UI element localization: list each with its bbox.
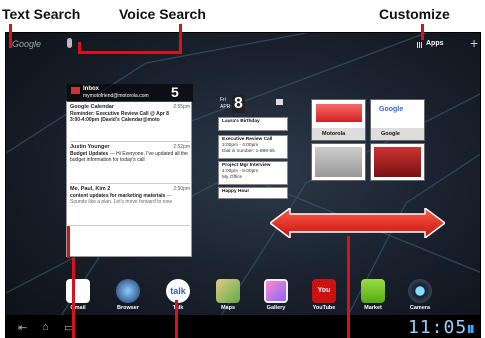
- swipe-double-arrow-icon: [270, 208, 445, 238]
- mail-snippet: 3:00-4:00pm (David's Calendar@moto: [70, 117, 160, 123]
- mail-subject: Budget Updates: [70, 150, 109, 157]
- market-icon[interactable]: [361, 279, 385, 303]
- camera-icon[interactable]: [408, 279, 432, 303]
- talk-icon[interactable]: talk: [166, 279, 190, 303]
- gallery-icon[interactable]: [264, 279, 288, 303]
- mail-item[interactable]: Justin Younger 2:52pm Budget Updates — H…: [70, 144, 190, 184]
- mail-time: 2:52pm: [173, 144, 190, 150]
- browser-icon[interactable]: [116, 279, 140, 303]
- bookmark-label: Motorola: [322, 131, 346, 137]
- callout-text-search: Text Search: [2, 6, 81, 22]
- mail-item[interactable]: Google Calendar 2:55pm Reminder: Executi…: [70, 104, 190, 142]
- mail-subject: content updates for marketing materials: [70, 192, 166, 199]
- customize-plus-icon[interactable]: +: [470, 35, 478, 51]
- mail-time: 2:50pm: [173, 186, 190, 192]
- gmail-icon[interactable]: [66, 279, 90, 303]
- bookmark-label: Google: [381, 131, 400, 137]
- callout-line: [421, 24, 424, 40]
- callout-line: [9, 24, 12, 48]
- mail-item[interactable]: Me, Paul, Kim 2 2:50pm content updates f…: [70, 186, 190, 226]
- dock-label: Gmail: [70, 305, 86, 311]
- apps-grid-icon[interactable]: [417, 42, 423, 48]
- dock-label: Maps: [220, 305, 236, 311]
- account-email: mymotofriend@motorola.com: [83, 93, 149, 99]
- event-detail: Dial in number: 1-888-55: [222, 149, 275, 154]
- gmail-widget[interactable]: Inbox mymotofriend@motorola.com 5 Google…: [66, 84, 193, 257]
- voice-search-mic-icon[interactable]: [67, 38, 72, 48]
- home-screen: Google Apps + Inbox mymotofriend@motorol…: [5, 32, 481, 338]
- mail-time: 2:55pm: [173, 104, 190, 110]
- bookmark-thumbnail[interactable]: [370, 143, 425, 181]
- dock-label: Talk: [158, 305, 198, 311]
- unread-count: 5: [171, 84, 179, 100]
- bookmark-thumbnail[interactable]: Google Google: [370, 99, 425, 141]
- event-detail: My Office: [222, 175, 243, 180]
- calendar-icon: [276, 99, 283, 105]
- motorola-page-preview: [316, 104, 362, 122]
- calendar-event[interactable]: Executive Review Call 3:00pm - 4:00pm Di…: [218, 135, 288, 159]
- google-search-button[interactable]: Google: [12, 39, 41, 49]
- dock-label: Browser: [116, 305, 139, 311]
- apps-button[interactable]: Apps: [426, 40, 444, 47]
- callout-voice-search: Voice Search: [119, 6, 206, 22]
- calendar-month: APR: [220, 104, 231, 110]
- callout-line: [179, 24, 182, 53]
- callout-line: [78, 51, 182, 54]
- dock-label: YouTube: [312, 305, 336, 311]
- signal-icon: [468, 325, 476, 333]
- dock-label: Market: [364, 305, 382, 311]
- calendar-date: 8: [232, 95, 245, 113]
- dock-label: Gallery: [266, 305, 286, 311]
- calendar-event[interactable]: Project Mgr Interview 4:00pm - 5:00pm My…: [218, 161, 288, 185]
- dock-label: Camera: [409, 305, 431, 311]
- callout-line: [175, 300, 178, 338]
- bookmark-thumbnail[interactable]: [311, 143, 366, 181]
- calendar-widget-header: Fri APR 8: [218, 95, 288, 115]
- youtube-icon[interactable]: You: [312, 279, 336, 303]
- page-preview: [315, 147, 362, 177]
- calendar-event[interactable]: Happy Hour: [218, 187, 288, 199]
- callout-customize: Customize: [379, 6, 450, 22]
- page-preview: [374, 147, 421, 177]
- back-icon[interactable]: ⇤: [18, 321, 27, 334]
- callout-line: [347, 236, 350, 338]
- event-title: Laura's Birthday: [222, 119, 260, 124]
- system-bar: ⇤ ⌂ ▭ 11:05: [6, 315, 480, 338]
- bookmark-thumbnail[interactable]: Motorola: [311, 99, 366, 141]
- google-logo-icon: Google: [379, 106, 404, 113]
- inbox-title: Inbox: [83, 86, 99, 92]
- gmail-widget-header: Inbox mymotofriend@motorola.com 5: [67, 84, 193, 102]
- clock: 11:05: [408, 317, 468, 338]
- callout-line: [72, 258, 75, 338]
- gmail-icon: [71, 87, 80, 94]
- event-title: Happy Hour: [222, 189, 250, 194]
- home-icon[interactable]: ⌂: [42, 321, 49, 333]
- calendar-event[interactable]: Laura's Birthday: [218, 117, 288, 131]
- maps-icon[interactable]: [216, 279, 240, 303]
- callout-line: [67, 226, 70, 258]
- calendar-day: Fri: [220, 97, 226, 103]
- callout-line: [78, 42, 81, 53]
